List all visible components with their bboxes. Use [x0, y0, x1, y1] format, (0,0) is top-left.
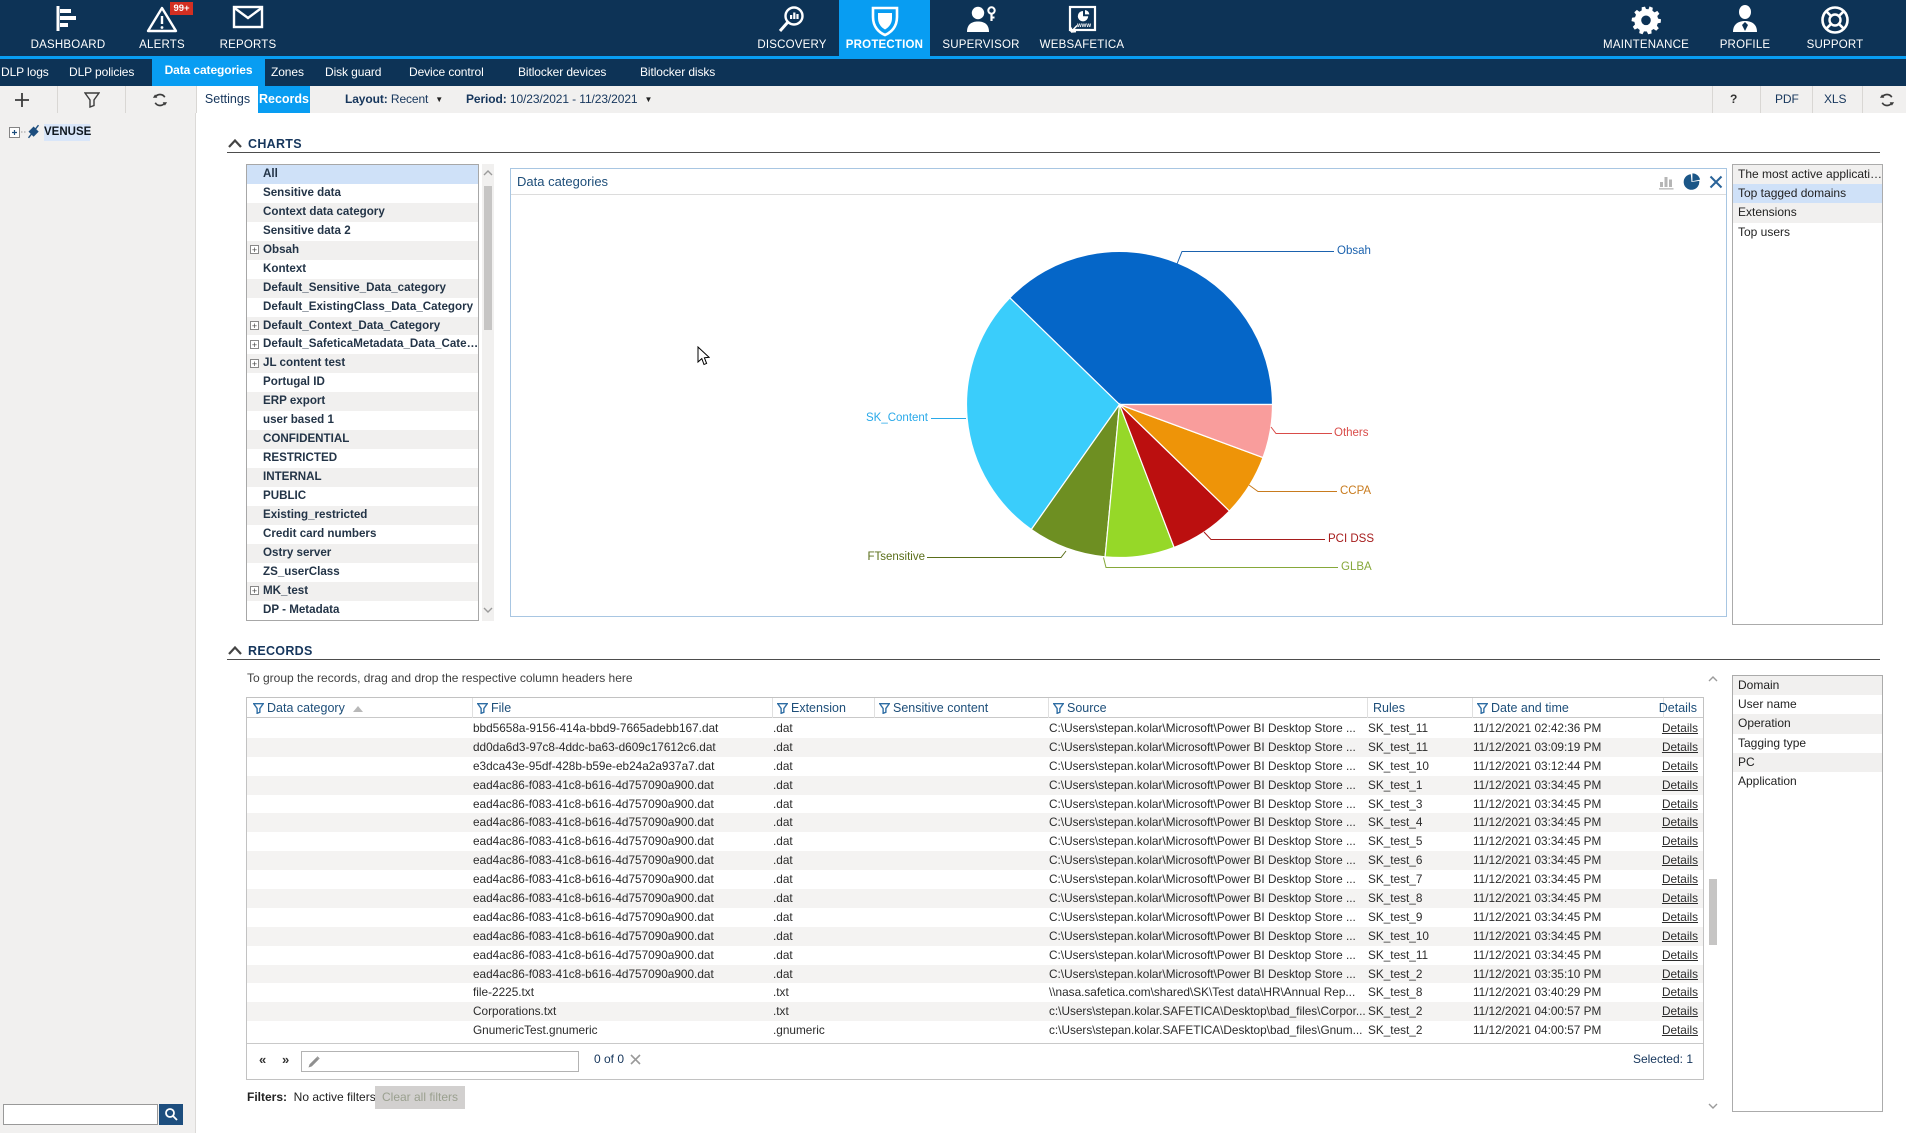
svg-text:www: www	[1076, 23, 1091, 29]
